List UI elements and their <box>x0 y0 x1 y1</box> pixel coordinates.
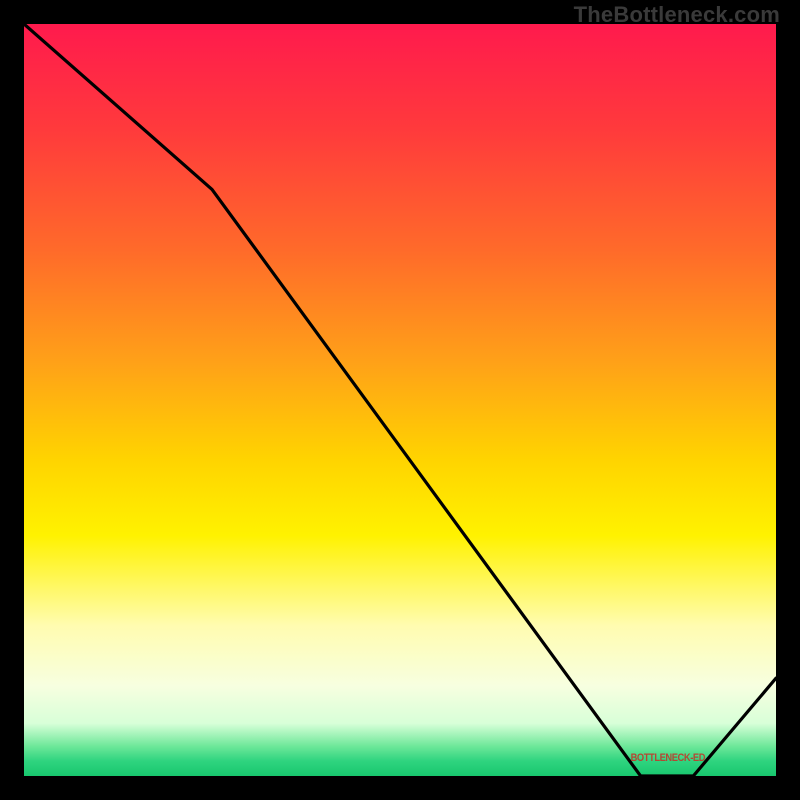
plot-area: BOTTLENECK-ED <box>24 24 776 776</box>
chart-frame: TheBottleneck.com BOTTLENECK-ED <box>0 0 800 800</box>
bottleneck-line <box>24 24 776 776</box>
bottleneck-label: BOTTLENECK-ED <box>631 752 705 764</box>
